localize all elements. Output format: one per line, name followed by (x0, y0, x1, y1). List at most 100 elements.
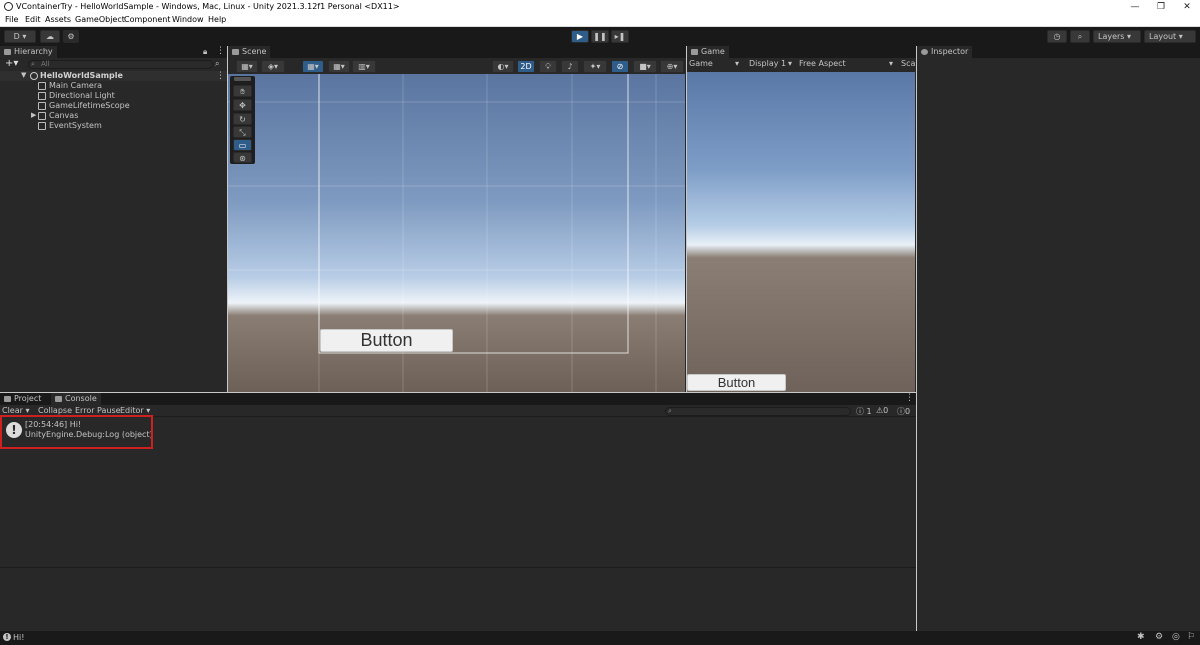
visibility-icon[interactable]: ⊘ (611, 60, 629, 73)
bell-icon[interactable]: ⚐ (1187, 632, 1195, 642)
scene-menu-icon[interactable]: ⋮ (216, 71, 225, 81)
hierarchy-panel: Hierarchy 🔒︎ ⋮ +▾ ⌕ All ⌕ ▼ HelloWorldSa… (0, 46, 227, 392)
menu-file[interactable]: File (5, 15, 18, 24)
log-count-toggle[interactable]: ⓘ 1 (856, 406, 872, 417)
rect-tool-icon[interactable]: ▭ (233, 139, 252, 151)
collapse-toggle[interactable]: Collapse (38, 406, 72, 415)
debug-icon[interactable]: ✱ (1137, 632, 1145, 642)
close-button[interactable]: ✕ (1174, 0, 1200, 14)
project-tab-label: Project (14, 394, 42, 403)
display-select[interactable]: Display 1 (749, 59, 786, 68)
console-divider[interactable] (0, 567, 916, 568)
layout-dropdown[interactable]: Layout ▾ (1144, 30, 1196, 43)
warning-count-toggle[interactable]: ⚠0 (876, 406, 888, 415)
menu-bar: File Edit Assets GameObject Component Wi… (0, 14, 1200, 27)
hierarchy-item[interactable]: Directional Light (0, 91, 227, 101)
unity-logo-icon (4, 2, 13, 11)
render-mode-dropdown[interactable]: ◈▾ (261, 60, 285, 73)
hand-tool-icon[interactable]: ✋︎ (233, 85, 252, 97)
layers-dropdown[interactable]: Layers ▾ (1093, 30, 1141, 43)
aspect-chevron-icon[interactable]: ▾ (889, 59, 893, 68)
console-menu-icon[interactable]: ⋮ (905, 393, 914, 403)
clear-label: Clear (2, 406, 23, 415)
gameobject-icon (38, 82, 46, 90)
scene-tab-icon (232, 49, 239, 55)
console-search-input[interactable]: ⌕ (665, 407, 851, 416)
tab-console[interactable]: Console (51, 393, 101, 405)
increment-snap-dropdown[interactable]: ▦▾ (328, 60, 350, 73)
menu-help[interactable]: Help (208, 15, 226, 24)
transform-tool-icon[interactable]: ⊛ (233, 152, 252, 163)
account-dropdown[interactable]: D ▾ (4, 30, 36, 43)
hierarchy-item[interactable]: ▶ Canvas (0, 111, 227, 121)
minimize-button[interactable]: — (1122, 0, 1148, 14)
editor-label: Editor (120, 406, 144, 415)
scene-ui-button[interactable]: Button (320, 329, 453, 352)
pause-button[interactable]: ❚❚ (591, 30, 609, 43)
expand-arrow-icon[interactable]: ▼ (21, 71, 26, 79)
game-viewport[interactable]: Button (687, 72, 915, 392)
shading-dropdown[interactable]: ◐▾ (492, 60, 514, 73)
highlight-box (0, 415, 153, 449)
draw-mode-dropdown[interactable]: ▦▾ (236, 60, 258, 73)
lock-icon[interactable]: 🔒︎ (203, 47, 207, 57)
menu-assets[interactable]: Assets (45, 15, 71, 24)
game-ui-button[interactable]: Button (687, 374, 786, 391)
scale-tool-icon[interactable]: ⤡ (233, 126, 252, 138)
tab-game[interactable]: Game (687, 46, 729, 58)
error-count-toggle[interactable]: ⓘ0 (897, 406, 910, 417)
error-pause-toggle[interactable]: Error Pause (75, 406, 121, 415)
add-icon[interactable]: +▾ (5, 58, 18, 69)
effects-dropdown[interactable]: ✦▾ (583, 60, 607, 73)
more-menu-icon[interactable]: ⋮ (216, 46, 225, 56)
game-mode-select[interactable]: Game (689, 59, 713, 68)
gameobject-icon (38, 92, 46, 100)
search-icon[interactable]: ⌕ (1070, 30, 1090, 43)
hierarchy-search-input[interactable]: ⌕ All (28, 60, 213, 69)
hierarchy-item[interactable]: Main Camera (0, 81, 227, 91)
editor-dropdown[interactable]: Editor ▾ (120, 406, 150, 415)
play-button[interactable]: ▶ (571, 30, 589, 43)
clear-button[interactable]: Clear ▾ (2, 406, 29, 415)
tab-project[interactable]: Project (0, 393, 46, 405)
history-icon[interactable]: ◷ (1047, 30, 1067, 43)
step-button[interactable]: ▸❚ (611, 30, 629, 43)
game-mode-chevron-icon[interactable]: ▾ (735, 59, 739, 68)
filter-icon[interactable]: ⌕ (215, 59, 219, 69)
menu-gameobject[interactable]: GameObject (75, 15, 125, 24)
folder-icon (4, 396, 11, 402)
progress-icon[interactable]: ⚙ (1155, 632, 1163, 642)
hierarchy-item[interactable]: EventSystem (0, 121, 227, 131)
scene-row[interactable]: ▼ HelloWorldSample ⋮ (0, 71, 227, 81)
palette-handle[interactable] (234, 77, 251, 81)
status-message[interactable]: Hi! (13, 633, 24, 642)
menu-window[interactable]: Window (172, 15, 204, 24)
toggle-2d-button[interactable]: 2D (517, 60, 535, 73)
move-tool-icon[interactable]: ✥ (233, 99, 252, 111)
inspector-tabbar: Inspector (917, 46, 1200, 58)
rotate-tool-icon[interactable]: ↻ (233, 113, 252, 125)
tab-scene[interactable]: Scene (228, 46, 271, 58)
expand-arrow-icon[interactable]: ▶ (31, 111, 36, 119)
display-chevron-icon[interactable]: ▾ (788, 59, 792, 68)
search-icon: ⌕ (668, 407, 672, 415)
tab-hierarchy[interactable]: Hierarchy (0, 46, 57, 58)
cloud-icon[interactable]: ☁ (40, 30, 60, 43)
menu-edit[interactable]: Edit (25, 15, 41, 24)
tab-inspector[interactable]: Inspector (917, 46, 973, 58)
camera-dropdown[interactable]: ■▾ (633, 60, 657, 73)
info-icon (921, 49, 928, 55)
collab-icon[interactable]: ⚙ (63, 30, 79, 43)
gizmos-dropdown[interactable]: ⊕▾ (660, 60, 684, 73)
hierarchy-item[interactable]: GameLifetimeScope (0, 101, 227, 111)
grid-snap-dropdown[interactable]: ▦▾ (302, 60, 324, 73)
network-icon[interactable]: ◎ (1172, 632, 1180, 642)
scene-viewport[interactable]: ✋︎ ✥ ↻ ⤡ ▭ ⊛ Button (228, 74, 685, 392)
menu-component[interactable]: Component (124, 15, 170, 24)
lighting-icon[interactable]: 💡︎ (539, 60, 557, 73)
ruler-dropdown[interactable]: ▥▾ (352, 60, 376, 73)
aspect-select[interactable]: Free Aspect (799, 59, 846, 68)
maximize-button[interactable]: ❐ (1148, 0, 1174, 14)
audio-icon[interactable]: ♪ (561, 60, 579, 73)
search-placeholder: All (41, 60, 50, 68)
